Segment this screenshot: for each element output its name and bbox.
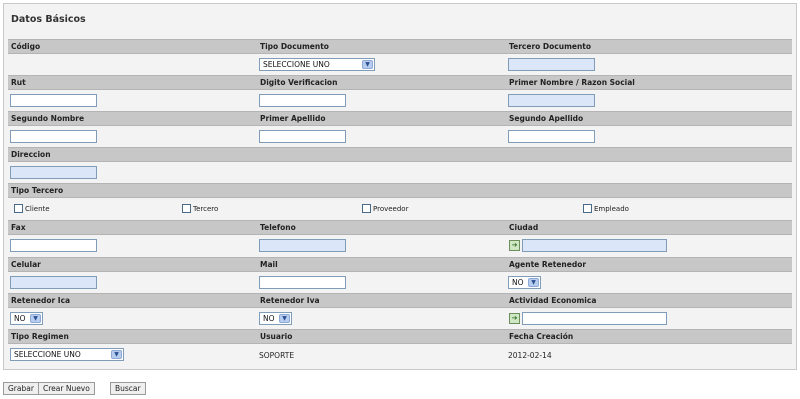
chevron-down-icon: ▼ — [279, 314, 290, 323]
retenedor-ica-select[interactable]: NO ▼ — [10, 312, 43, 325]
chevron-down-icon: ▼ — [362, 60, 373, 69]
buscar-button[interactable]: Buscar — [110, 382, 146, 395]
datos-basicos-panel: Datos Básicos Código Tipo Documento Terc… — [3, 3, 797, 370]
retenedor-ica-value: NO — [14, 314, 26, 323]
label-primer-apellido: Primer Apellido — [260, 114, 326, 123]
primer-nombre-field[interactable] — [508, 94, 595, 107]
checkbox-cliente-label: Cliente — [25, 204, 50, 213]
checkbox-box[interactable] — [182, 204, 191, 213]
retenedor-iva-value: NO — [263, 314, 275, 323]
header-row: Rut Digito Verificacion Primer Nombre / … — [8, 75, 792, 90]
label-rut: Rut — [11, 78, 26, 87]
label-codigo: Código — [11, 42, 41, 51]
label-retenedor-ica: Retenedor Ica — [11, 296, 71, 305]
retenedor-iva-select[interactable]: NO ▼ — [259, 312, 292, 325]
label-retenedor-iva: Retenedor Iva — [260, 296, 320, 305]
label-digito-verificacion: Digito Verificacion — [260, 78, 338, 87]
label-fecha-creacion: Fecha Creación — [509, 332, 574, 341]
usuario-value: SOPORTE — [259, 351, 295, 360]
label-tipo-regimen: Tipo Regimen — [11, 332, 69, 341]
grabar-button[interactable]: Grabar — [3, 382, 39, 395]
tipo-documento-value: SELECCIONE UNO — [263, 60, 330, 69]
segundo-apellido-field[interactable] — [508, 130, 595, 143]
search-lookup-icon[interactable]: ➔ — [509, 240, 520, 251]
search-lookup-icon[interactable]: ➔ — [509, 313, 520, 324]
agente-retenedor-value: NO — [512, 278, 524, 287]
label-primer-nombre: Primer Nombre / Razon Social — [509, 78, 635, 87]
header-row: Fax Telefono Ciudad — [8, 220, 792, 235]
tipo-documento-select[interactable]: SELECCIONE UNO ▼ — [259, 58, 375, 71]
direccion-field[interactable] — [10, 166, 97, 179]
checkbox-proveedor-label: Proveedor — [373, 204, 409, 213]
digito-verificacion-field[interactable] — [259, 94, 346, 107]
header-row: Tipo Regimen Usuario Fecha Creación — [8, 329, 792, 344]
header-row: Direccion — [8, 147, 792, 162]
actividad-economica-field[interactable] — [522, 312, 667, 325]
label-actividad-economica: Actividad Economica — [509, 296, 597, 305]
label-tipo-tercero: Tipo Tercero — [11, 186, 64, 195]
segundo-nombre-field[interactable] — [10, 130, 97, 143]
checkbox-empleado[interactable]: Empleado — [583, 204, 629, 213]
label-segundo-nombre: Segundo Nombre — [11, 114, 85, 123]
label-ciudad: Ciudad — [509, 223, 539, 232]
label-celular: Celular — [11, 260, 41, 269]
checkbox-empleado-label: Empleado — [594, 204, 629, 213]
checkbox-box[interactable] — [362, 204, 371, 213]
header-row: Tipo Tercero — [8, 183, 792, 198]
label-tipo-documento: Tipo Documento — [260, 42, 329, 51]
fax-field[interactable] — [10, 239, 97, 252]
agente-retenedor-select[interactable]: NO ▼ — [508, 276, 541, 289]
label-telefono: Telefono — [260, 223, 296, 232]
ciudad-field[interactable] — [522, 239, 667, 252]
fecha-creacion-value: 2012-02-14 — [508, 351, 552, 360]
label-agente-retenedor: Agente Retenedor — [509, 260, 587, 269]
telefono-field[interactable] — [259, 239, 346, 252]
header-row: Segundo Nombre Primer Apellido Segundo A… — [8, 111, 792, 126]
tipo-regimen-select[interactable]: SELECCIONE UNO ▼ — [10, 348, 124, 361]
header-row: Código Tipo Documento Tercero Documento — [8, 39, 792, 54]
checkbox-box[interactable] — [14, 204, 23, 213]
header-row: Celular Mail Agente Retenedor — [8, 257, 792, 272]
primer-apellido-field[interactable] — [259, 130, 346, 143]
checkbox-tercero-label: Tercero — [193, 204, 219, 213]
panel-title: Datos Básicos — [11, 14, 86, 25]
label-segundo-apellido: Segundo Apellido — [509, 114, 584, 123]
checkbox-tercero[interactable]: Tercero — [182, 204, 218, 213]
tercero-documento-field[interactable] — [508, 58, 595, 71]
chevron-down-icon: ▼ — [111, 350, 122, 359]
mail-field[interactable] — [259, 276, 346, 289]
chevron-down-icon: ▼ — [528, 278, 539, 287]
checkbox-cliente[interactable]: Cliente — [14, 204, 50, 213]
rut-field[interactable] — [10, 94, 97, 107]
label-tercero-documento: Tercero Documento — [509, 42, 592, 51]
label-usuario: Usuario — [260, 332, 293, 341]
celular-field[interactable] — [10, 276, 97, 289]
checkbox-box[interactable] — [583, 204, 592, 213]
label-mail: Mail — [260, 260, 278, 269]
crear-nuevo-button[interactable]: Crear Nuevo — [38, 382, 95, 395]
checkbox-proveedor[interactable]: Proveedor — [362, 204, 408, 213]
label-direccion: Direccion — [11, 150, 51, 159]
header-row: Retenedor Ica Retenedor Iva Actividad Ec… — [8, 293, 792, 308]
chevron-down-icon: ▼ — [30, 314, 41, 323]
label-fax: Fax — [11, 223, 26, 232]
tipo-regimen-value: SELECCIONE UNO — [14, 350, 81, 359]
